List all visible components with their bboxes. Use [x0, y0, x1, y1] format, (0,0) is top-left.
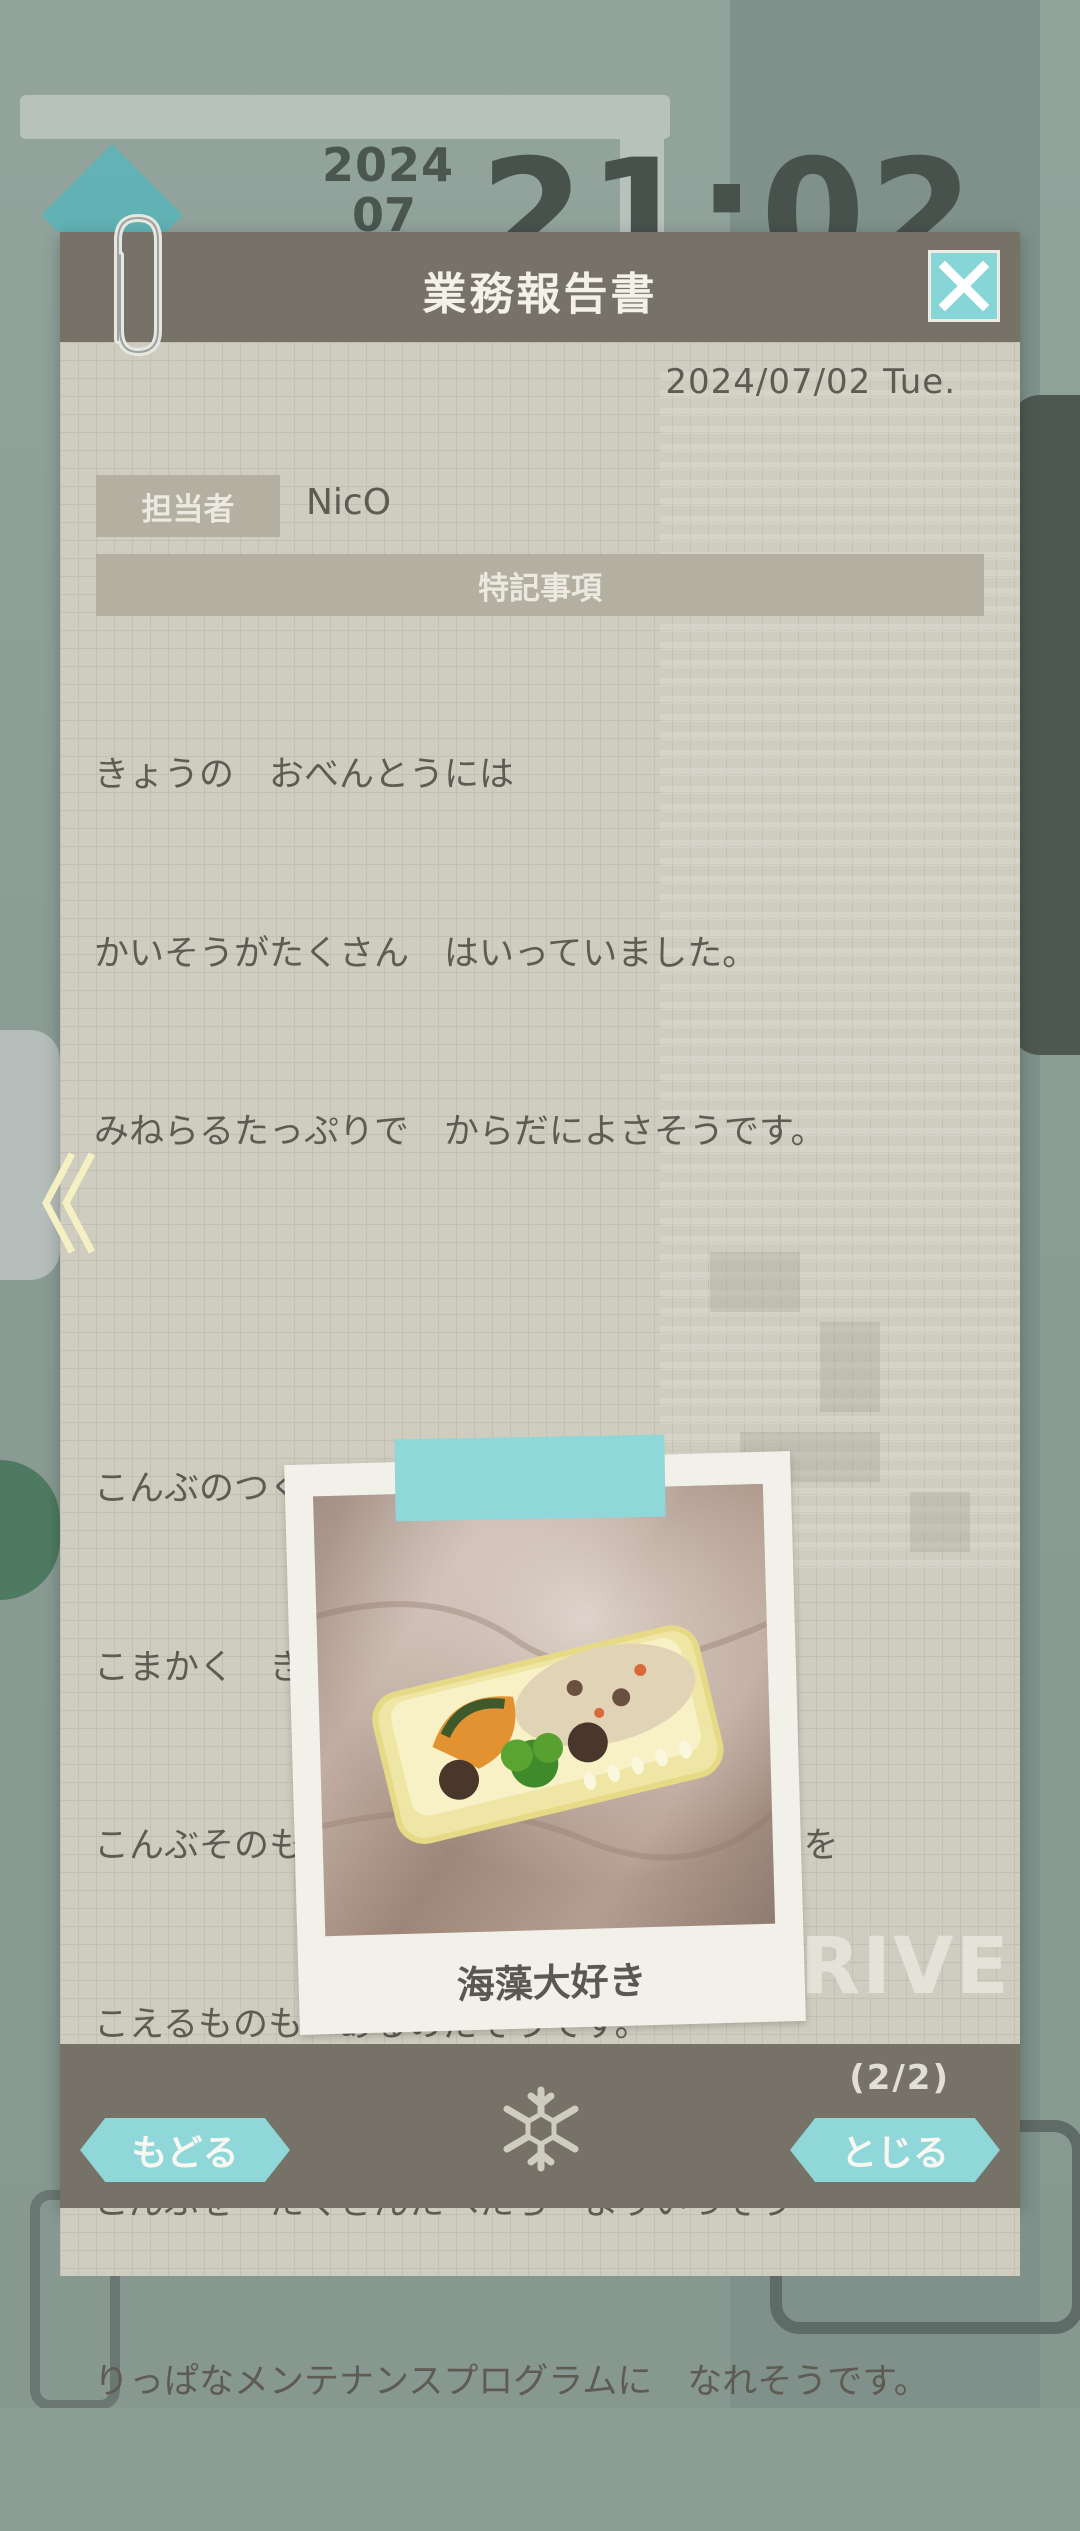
photo-caption: 海藻大好き — [456, 1958, 648, 2008]
assignee-name: NicO — [306, 482, 392, 523]
body-line: かいそうがたくさん はいっていました。 — [94, 933, 758, 974]
bento-box-image — [313, 1483, 776, 1937]
body-line: みねらるたっぷりで からだによさそうです。 — [94, 1112, 826, 1152]
body-line — [94, 1282, 994, 1342]
background-clock-year: 2024 — [322, 138, 455, 192]
report-header: 業務報告書 — [60, 232, 1020, 342]
photo-tape — [394, 1434, 666, 1522]
report-card: RIVE 業務報告書 2024/07/02 Tue. 担当者 NicO 特記事項… — [60, 232, 1020, 2402]
close-button[interactable] — [928, 250, 1000, 322]
close-report-button[interactable]: とじる — [790, 2118, 1000, 2182]
assignee-label: 担当者 — [96, 475, 280, 537]
report-title: 業務報告書 — [422, 269, 658, 320]
paperclip-icon — [114, 213, 162, 357]
polaroid-photo: 海藻大好き — [284, 1451, 806, 2035]
double-chevron-left-icon[interactable] — [38, 1148, 98, 1258]
report-date: 2024/07/02 Tue. — [665, 362, 956, 402]
report-footer: (2/2) もどる とじる — [60, 2044, 1020, 2208]
bento-illustration — [313, 1483, 776, 1937]
notes-section-header: 特記事項 — [96, 554, 984, 616]
body-line: きょうの おべんとうには — [94, 755, 515, 795]
body-line: りっぱなメンテナンスプログラムに なれそうです。 — [94, 2361, 929, 2402]
close-x-icon — [939, 261, 989, 311]
back-button[interactable]: もどる — [80, 2118, 290, 2182]
background-plant — [0, 1460, 60, 1600]
snowflake-icon — [503, 2086, 579, 2172]
background-dark-bar — [1010, 395, 1080, 1055]
page-indicator: (2/2) — [849, 2058, 950, 2098]
